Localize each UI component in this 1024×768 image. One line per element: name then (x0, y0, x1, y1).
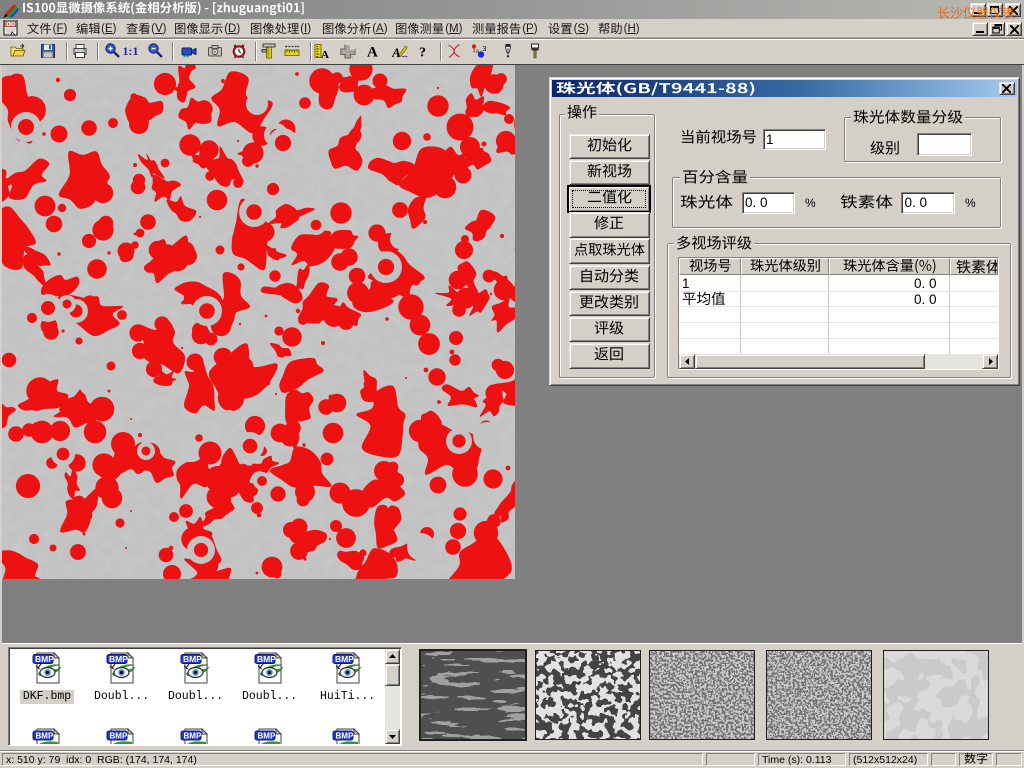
svg-text:A: A (321, 49, 329, 59)
svg-text:3: 3 (483, 46, 487, 53)
svg-text:A: A (392, 45, 401, 59)
svg-text:1:1: 1:1 (123, 44, 139, 58)
svg-text:DOC: DOC (6, 22, 17, 27)
svg-text:?: ? (419, 46, 426, 60)
svg-text:A: A (367, 45, 378, 60)
